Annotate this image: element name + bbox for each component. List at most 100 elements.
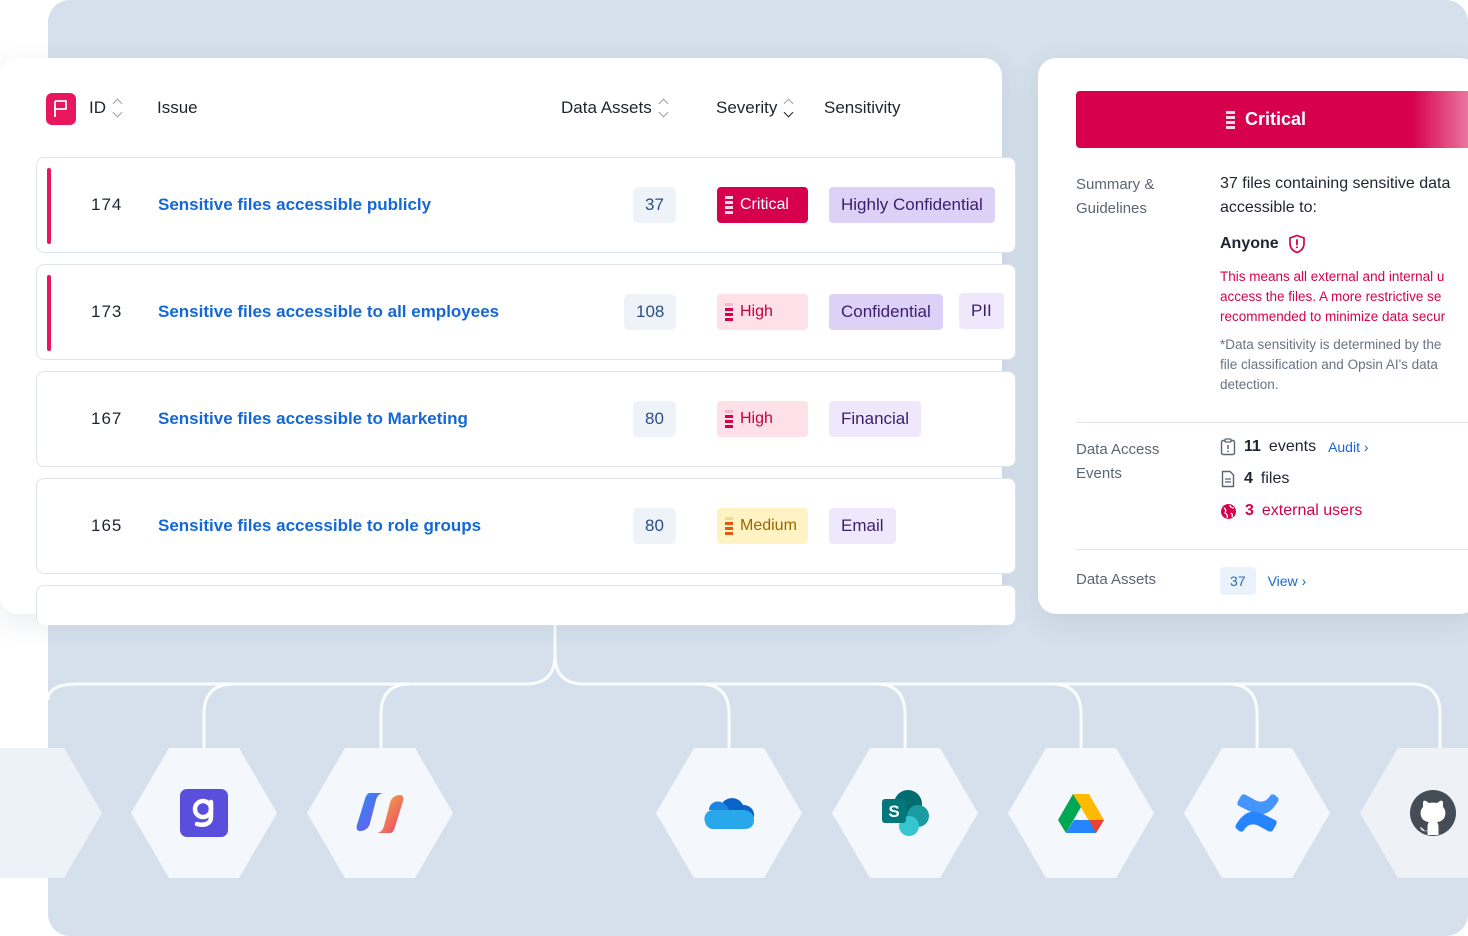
column-header-sensitivity-label: Sensitivity — [824, 98, 901, 117]
severity-label: Medium — [740, 517, 797, 534]
flag-logo-icon — [46, 93, 76, 125]
column-header-id[interactable]: ID — [89, 98, 123, 118]
sharepoint-icon: S — [882, 790, 929, 836]
sensitivity-tag: Confidential — [829, 294, 943, 330]
data-assets-label: Data Assets — [1076, 571, 1157, 588]
severity-bars-icon — [725, 517, 733, 535]
integration-hex-google-drive[interactable] — [1008, 748, 1154, 878]
files-word: files — [1260, 470, 1290, 487]
issue-link[interactable]: Sensitive files accessible to role group… — [158, 516, 481, 536]
sensitivity-tag: Highly Confidential — [829, 187, 995, 223]
clipboard-alert-icon — [1220, 438, 1236, 456]
audience-label: Anyone — [1220, 235, 1279, 252]
critical-row-marker — [47, 168, 51, 244]
severity-bars-icon — [725, 196, 733, 214]
confluence-icon — [1235, 794, 1279, 832]
files-row: 4 files — [1220, 470, 1289, 488]
table-row[interactable]: 165 Sensitive files accessible to role g… — [36, 478, 1016, 574]
gong-icon — [180, 789, 228, 837]
column-header-issue-label: Issue — [157, 98, 198, 117]
data-assets-count-badge: 37 — [1220, 567, 1256, 595]
divider — [1076, 422, 1468, 423]
audit-link-label[interactable]: Audit — [1328, 439, 1360, 455]
integration-hex-onedrive[interactable] — [656, 748, 802, 878]
integration-hex-partial — [0, 748, 102, 878]
sort-descending-icon[interactable] — [783, 98, 794, 118]
issue-link[interactable]: Sensitive files accessible to Marketing — [158, 409, 468, 429]
chevron-right-icon: › — [1301, 573, 1307, 589]
column-header-severity[interactable]: Severity — [716, 98, 794, 118]
exposure-warning: This means all external and internal u a… — [1220, 267, 1445, 327]
microsoft-copilot-icon — [356, 793, 404, 833]
summary-label: Summary & Guidelines — [1076, 176, 1155, 217]
severity-label: Critical — [740, 196, 789, 213]
warning-line: This means all external and internal u — [1220, 269, 1445, 284]
severity-badge: High — [717, 401, 808, 437]
table-row[interactable]: 174 Sensitive files accessible publicly … — [36, 157, 1016, 253]
severity-label: High — [740, 303, 773, 320]
row-id: 167 — [91, 409, 123, 428]
data-access-events-label: Data Access Events — [1076, 441, 1160, 482]
integration-hex-sharepoint[interactable]: S — [832, 748, 978, 878]
column-header-id-label: ID — [89, 98, 106, 117]
table-card-bottom-mask — [0, 614, 1002, 644]
column-header-issue: Issue — [157, 98, 198, 118]
files-count: 4 — [1244, 470, 1253, 487]
view-link[interactable]: View › — [1268, 573, 1307, 589]
svg-text:S: S — [888, 802, 899, 821]
data-assets-count: 108 — [624, 294, 677, 330]
column-header-sensitivity: Sensitivity — [824, 98, 901, 118]
sort-icon[interactable] — [658, 98, 669, 118]
severity-banner: Critical — [1076, 91, 1468, 148]
chevron-right-icon: › — [1363, 439, 1369, 455]
external-users-row: 3 external users — [1220, 502, 1362, 520]
github-icon — [1410, 790, 1456, 836]
severity-banner-label: Critical — [1244, 109, 1307, 129]
severity-bars-icon — [725, 410, 733, 428]
integration-hex-gong[interactable] — [131, 748, 277, 878]
divider — [1076, 549, 1468, 550]
file-icon — [1221, 470, 1235, 488]
data-assets-row: 37 View › — [1220, 567, 1306, 595]
warning-line: recommended to minimize data secur — [1220, 309, 1446, 324]
data-assets-count: 80 — [633, 401, 676, 437]
events-row: 11 events Audit › — [1220, 438, 1369, 456]
summary-text-2: accessible to: — [1220, 199, 1317, 216]
note-line: file classification and Opsin AI's data — [1220, 357, 1438, 372]
severity-label: High — [740, 410, 773, 427]
external-word: external users — [1261, 502, 1363, 519]
summary-text-1: 37 files containing sensitive data — [1220, 175, 1451, 192]
column-header-data-assets[interactable]: Data Assets — [561, 98, 669, 118]
table-row[interactable]: 167 Sensitive files accessible to Market… — [36, 371, 1016, 467]
table-row[interactable]: 173 Sensitive files accessible to all em… — [36, 264, 1016, 360]
column-header-severity-label: Severity — [716, 98, 778, 117]
sensitivity-tag: Financial — [829, 401, 922, 437]
integration-hex-confluence[interactable] — [1184, 748, 1330, 878]
audit-link[interactable]: Audit › — [1328, 439, 1368, 455]
column-header-data-assets-label: Data Assets — [561, 98, 652, 117]
sort-icon[interactable] — [112, 98, 123, 118]
data-assets-count: 80 — [633, 508, 676, 544]
integration-hex-github[interactable] — [1360, 748, 1468, 878]
issue-link[interactable]: Sensitive files accessible to all employ… — [158, 302, 499, 322]
view-link-label[interactable]: View — [1268, 573, 1298, 589]
issue-detail-card: Critical Summary & Guidelines 37 files c… — [1038, 58, 1468, 614]
issue-link[interactable]: Sensitive files accessible publicly — [158, 195, 431, 215]
globe-icon — [1221, 503, 1236, 519]
google-drive-icon — [1058, 794, 1104, 833]
row-id: 165 — [91, 516, 123, 535]
audience-row: Anyone — [1220, 234, 1306, 254]
severity-badge: Critical — [717, 187, 808, 223]
onedrive-icon — [704, 798, 755, 829]
severity-badge: Medium — [717, 508, 808, 544]
row-id: 174 — [91, 195, 123, 214]
integration-hex-copilot[interactable] — [307, 748, 453, 878]
severity-bars-icon — [725, 303, 733, 321]
shield-alert-icon — [1288, 234, 1305, 254]
severity-bars-icon — [1225, 110, 1235, 129]
sensitivity-tag: PII — [959, 293, 1004, 329]
note-line: detection. — [1220, 377, 1279, 392]
note-line: *Data sensitivity is determined by the — [1220, 337, 1442, 352]
severity-badge: High — [717, 294, 808, 330]
events-word: events — [1268, 438, 1317, 455]
